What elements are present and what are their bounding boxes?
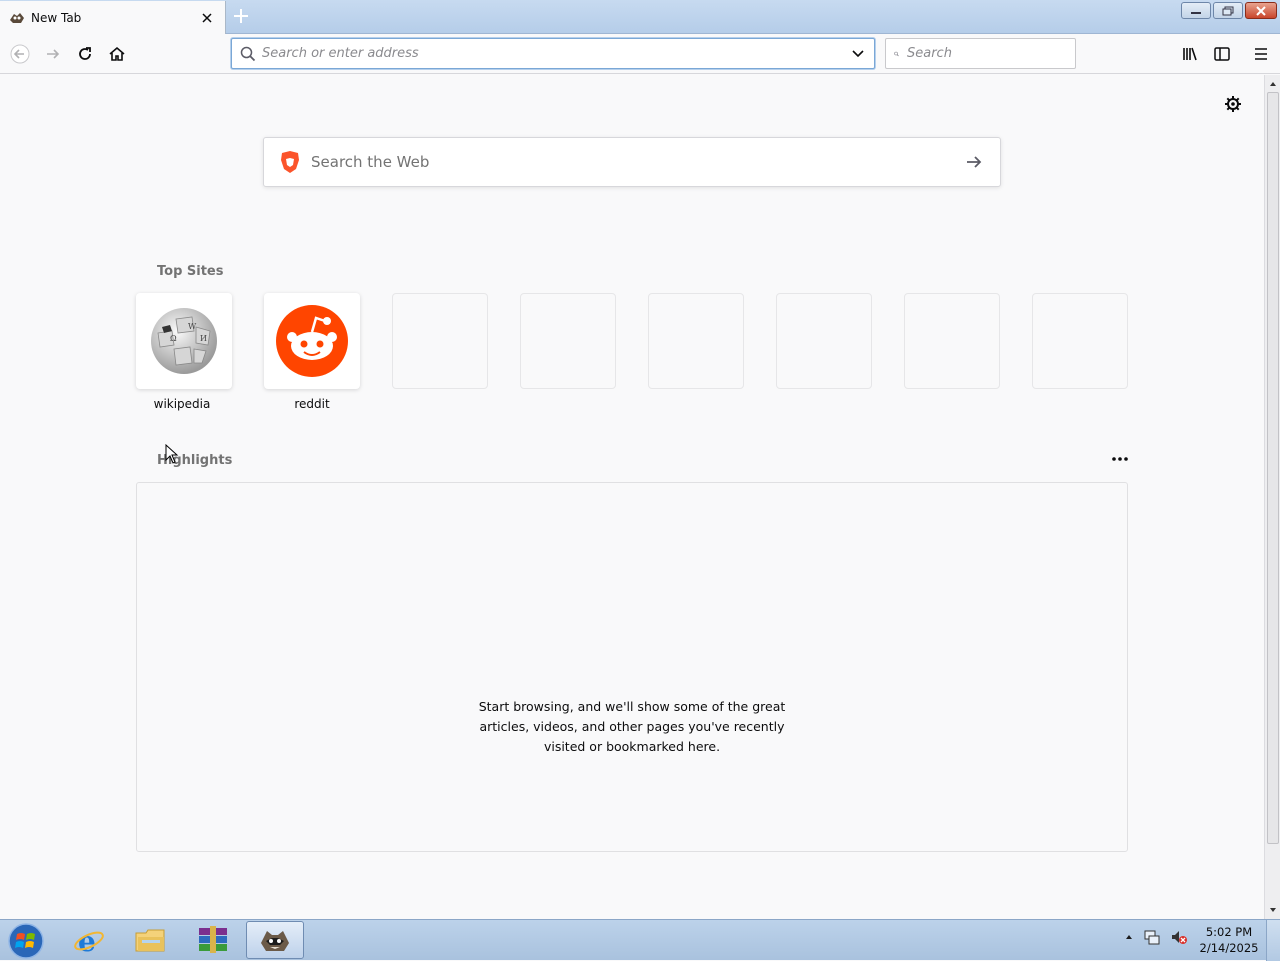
reload-button[interactable]: [73, 42, 97, 66]
search-submit-arrow-icon[interactable]: [964, 152, 984, 172]
tab-new-tab[interactable]: New Tab: [0, 1, 226, 34]
top-site-tile-empty: [520, 293, 616, 389]
network-icon[interactable]: [1143, 928, 1161, 946]
clock-date: 2/14/2025: [1199, 941, 1259, 955]
hamburger-menu-icon: [1255, 48, 1267, 60]
forward-arrow-icon: [47, 49, 60, 59]
back-button[interactable]: [8, 42, 32, 66]
show-hidden-icons-arrow-icon[interactable]: [1124, 932, 1134, 942]
title-bar: New Tab: [0, 0, 1280, 34]
internet-explorer-icon: e: [74, 925, 104, 956]
scroll-up-arrow-icon[interactable]: [1266, 77, 1280, 91]
show-desktop-button[interactable]: [1266, 920, 1280, 961]
wikipedia-globe-icon: Ω W И: [151, 308, 217, 374]
restore-icon: [1222, 6, 1234, 15]
svg-text:Ω: Ω: [170, 334, 177, 343]
taskbar-clock[interactable]: 5:02 PM 2/14/2025: [1198, 924, 1260, 956]
back-arrow-icon: [10, 44, 30, 64]
volume-muted-icon[interactable]: [1170, 928, 1188, 946]
mouse-cursor-icon: [165, 444, 179, 464]
settings-gear-icon[interactable]: [1224, 95, 1242, 113]
tab-title: New Tab: [31, 10, 82, 25]
address-input[interactable]: [262, 39, 850, 68]
highlights-panel: Start browsing, and we'll show some of t…: [136, 482, 1128, 852]
browser-raccoon-icon: [261, 931, 289, 951]
svg-text:W: W: [188, 322, 197, 331]
top-site-tile-empty: [392, 293, 488, 389]
top-site-label: reddit: [294, 397, 330, 411]
file-explorer-icon: [135, 929, 165, 952]
menu-button[interactable]: [1249, 42, 1273, 66]
brave-lion-icon: [281, 151, 299, 173]
sidebar-icon: [1214, 47, 1230, 61]
sidebar-button[interactable]: [1210, 42, 1234, 66]
minimize-icon: [1191, 11, 1201, 14]
address-bar[interactable]: [231, 38, 875, 69]
top-site-tile-reddit[interactable]: [264, 293, 360, 389]
taskbar-winrar[interactable]: [184, 921, 242, 959]
window-controls: [1181, 2, 1277, 19]
clock-time: 5:02 PM: [1205, 925, 1253, 939]
top-site-label: wikipedia: [153, 397, 211, 411]
vertical-scrollbar[interactable]: [1264, 75, 1280, 919]
top-site-tile-empty: [904, 293, 1000, 389]
web-search-box[interactable]: [263, 137, 1001, 187]
top-sites-heading: Top Sites: [157, 264, 224, 279]
new-tab-page: Top Sites Ω W И wikipedia reddit: [0, 75, 1264, 919]
highlights-empty-message: Start browsing, and we'll show some of t…: [478, 699, 786, 754]
taskbar-browser[interactable]: [246, 921, 304, 959]
top-site-tile-wikipedia[interactable]: Ω W И: [136, 293, 232, 389]
svg-text:И: И: [200, 334, 207, 343]
close-tab-icon[interactable]: [200, 11, 214, 25]
reddit-alien-icon: [276, 305, 348, 377]
winrar-icon: [199, 926, 227, 953]
top-site-tile-empty: [1032, 293, 1128, 389]
navigation-toolbar: [0, 34, 1280, 74]
close-window-icon: [1256, 5, 1266, 16]
top-site-tile-empty: [648, 293, 744, 389]
close-window-button[interactable]: [1245, 2, 1277, 19]
minimize-button[interactable]: [1181, 2, 1211, 19]
start-button-windows-icon[interactable]: [6, 922, 46, 960]
home-button[interactable]: [105, 42, 129, 66]
search-bar[interactable]: [885, 38, 1076, 69]
library-button[interactable]: [1178, 42, 1202, 66]
taskbar-internet-explorer[interactable]: e: [60, 921, 118, 959]
restore-button[interactable]: [1213, 2, 1243, 19]
forward-button[interactable]: [41, 42, 65, 66]
svg-text:e: e: [78, 925, 96, 956]
windows-taskbar: e 5:02 PM 2/14/2025: [0, 919, 1280, 961]
chevron-down-icon[interactable]: [850, 46, 866, 62]
search-icon: [894, 51, 899, 56]
search-input[interactable]: [907, 39, 1075, 68]
home-icon: [109, 46, 125, 61]
system-tray: [1124, 928, 1188, 946]
scroll-down-arrow-icon[interactable]: [1266, 903, 1280, 917]
taskbar-file-explorer[interactable]: [122, 921, 180, 959]
search-icon: [240, 46, 256, 61]
reload-icon: [79, 47, 91, 60]
web-search-input[interactable]: [311, 153, 964, 171]
top-site-tile-empty: [776, 293, 872, 389]
library-icon: [1183, 47, 1197, 61]
scrollbar-thumb[interactable]: [1267, 92, 1279, 844]
more-options-icon[interactable]: [1110, 454, 1130, 464]
new-tab-plus-icon[interactable]: [232, 7, 250, 25]
raccoon-favicon-icon: [10, 12, 24, 23]
